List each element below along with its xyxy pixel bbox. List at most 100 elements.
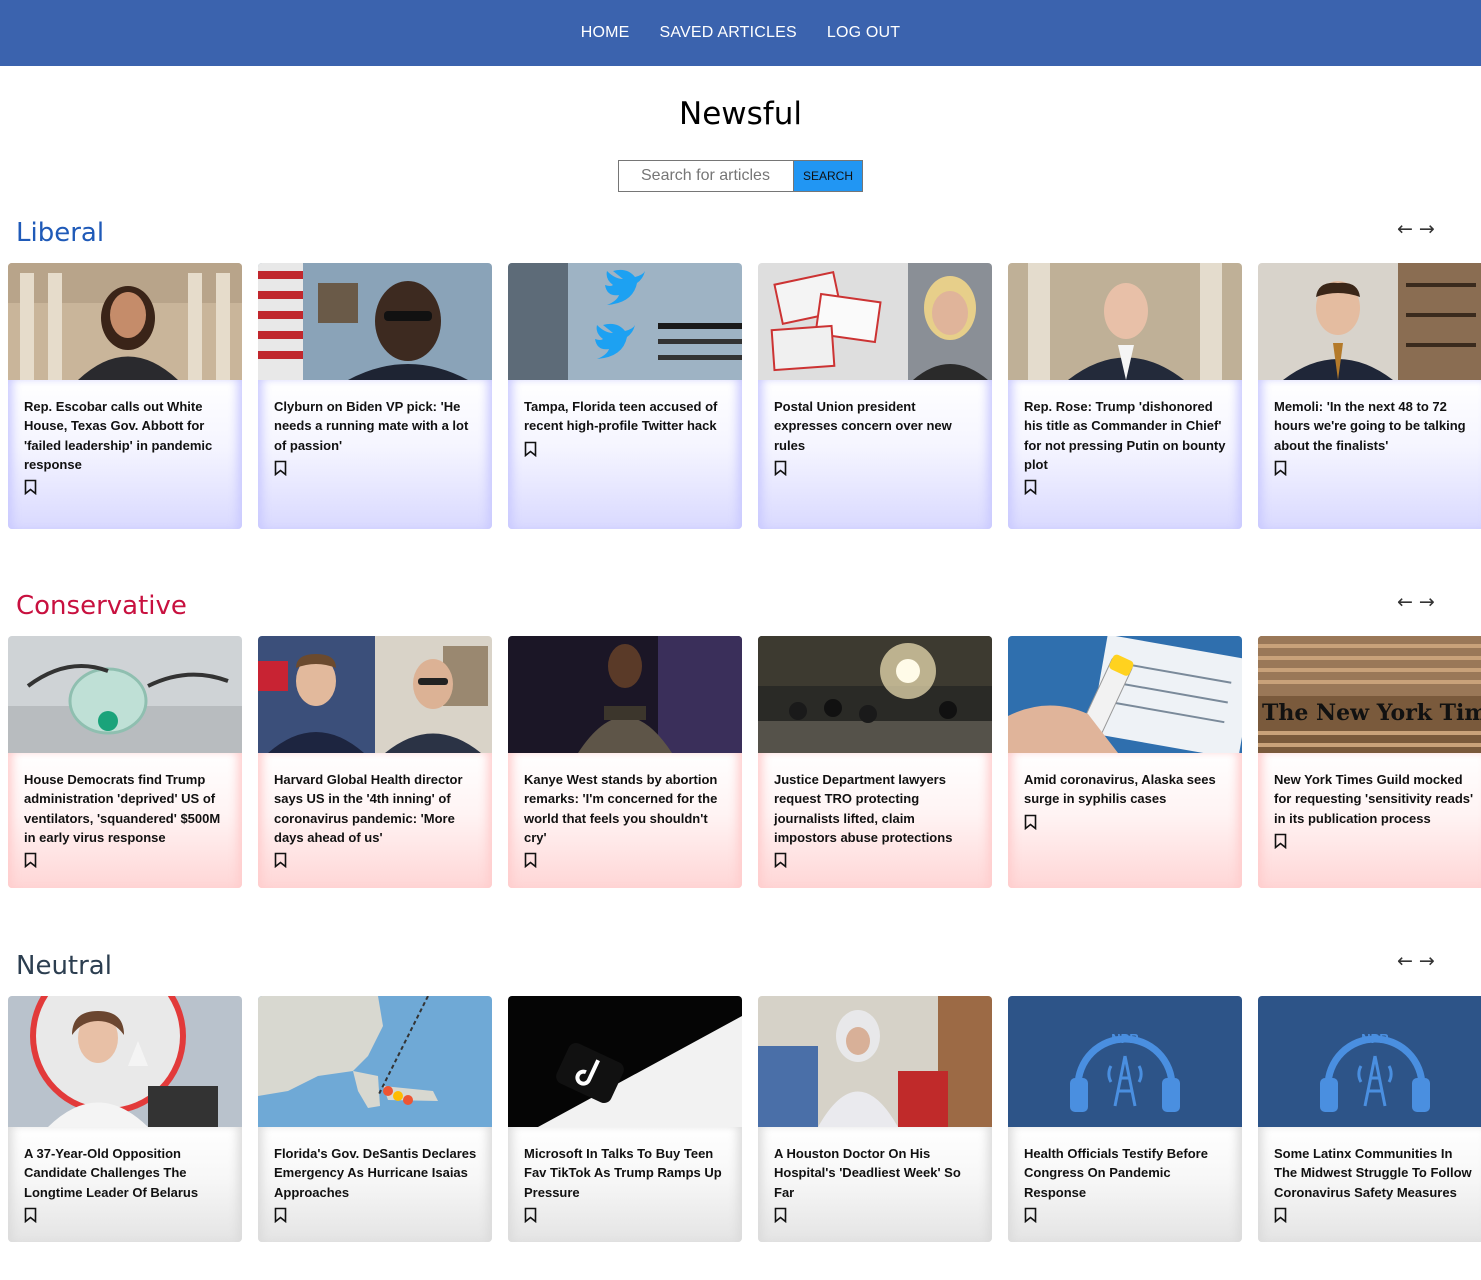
bookmark-icon[interactable] (1274, 460, 1287, 477)
bookmark-icon[interactable] (1024, 479, 1037, 496)
article-card-body: Clyburn on Biden VP pick: 'He needs a ru… (258, 380, 492, 529)
article-card[interactable]: A Houston Doctor On His Hospital's 'Dead… (758, 996, 992, 1242)
nav-logout-link[interactable]: LOG OUT (827, 24, 900, 42)
article-card-body: Kanye West stands by abortion remarks: '… (508, 753, 742, 888)
arrow-right-icon[interactable]: → (1419, 952, 1435, 971)
article-image: The New York Times (1258, 636, 1481, 753)
article-title[interactable]: Tampa, Florida teen accused of recent hi… (524, 397, 728, 436)
section-heading-conservative: Conservative (16, 591, 187, 621)
article-card[interactable]: Amid coronavirus, Alaska sees surge in s… (1008, 636, 1242, 888)
carousel-arrows-conservative: ← → (1397, 593, 1435, 612)
article-card[interactable]: Florida's Gov. DeSantis Declares Emergen… (258, 996, 492, 1242)
article-image (8, 263, 242, 380)
article-card[interactable]: House Democrats find Trump administratio… (8, 636, 242, 888)
article-card[interactable]: Justice Department lawyers request TRO p… (758, 636, 992, 888)
bookmark-icon[interactable] (1024, 1207, 1037, 1224)
arrow-left-icon[interactable]: ← (1397, 593, 1413, 612)
article-title[interactable]: New York Times Guild mocked for requesti… (1274, 770, 1478, 828)
bookmark-icon[interactable] (1024, 814, 1037, 830)
article-title[interactable]: Memoli: 'In the next 48 to 72 hours we'r… (1274, 397, 1478, 455)
article-row-conservative: House Democrats find Trump administratio… (8, 636, 1481, 888)
article-card-body: Memoli: 'In the next 48 to 72 hours we'r… (1258, 380, 1481, 529)
article-card[interactable]: A 37-Year-Old Opposition Candidate Chall… (8, 996, 242, 1242)
bookmark-icon[interactable] (524, 852, 537, 869)
bookmark-icon[interactable] (274, 1207, 287, 1224)
search-input[interactable] (618, 160, 793, 192)
carousel-arrows-neutral: ← → (1397, 952, 1435, 971)
article-title[interactable]: Microsoft In Talks To Buy Teen Fav TikTo… (524, 1144, 728, 1202)
nav-saved-articles-link[interactable]: SAVED ARTICLES (660, 24, 797, 42)
article-image (758, 636, 992, 753)
bookmark-icon[interactable] (24, 852, 37, 869)
article-image (508, 636, 742, 753)
article-row-neutral: A 37-Year-Old Opposition Candidate Chall… (8, 996, 1481, 1242)
bookmark-icon[interactable] (24, 479, 37, 496)
article-card-body: Rep. Rose: Trump 'dishonored his title a… (1008, 380, 1242, 529)
new-york-times-logo-text: The New York Times (1262, 700, 1481, 726)
arrow-left-icon[interactable]: ← (1397, 952, 1413, 971)
article-card-body: Harvard Global Health director says US i… (258, 753, 492, 888)
carousel-arrows-liberal: ← → (1397, 220, 1435, 239)
article-card[interactable]: NPR Some Latinx Communities In The Midwe… (1258, 996, 1481, 1242)
arrow-left-icon[interactable]: ← (1397, 220, 1413, 239)
article-image (1008, 263, 1242, 380)
article-image: NPR (1008, 996, 1242, 1127)
article-card[interactable]: Harvard Global Health director says US i… (258, 636, 492, 888)
article-image (258, 996, 492, 1127)
article-image: NPR (1258, 996, 1481, 1127)
article-card[interactable]: Tampa, Florida teen accused of recent hi… (508, 263, 742, 529)
article-title[interactable]: Some Latinx Communities In The Midwest S… (1274, 1144, 1478, 1202)
article-title[interactable]: Kanye West stands by abortion remarks: '… (524, 770, 728, 847)
article-title[interactable]: A Houston Doctor On His Hospital's 'Dead… (774, 1144, 978, 1202)
bookmark-icon[interactable] (524, 1207, 537, 1224)
article-card[interactable]: The New York Times New York Times Guild … (1258, 636, 1481, 888)
article-card[interactable]: Kanye West stands by abortion remarks: '… (508, 636, 742, 888)
article-title[interactable]: Rep. Rose: Trump 'dishonored his title a… (1024, 397, 1228, 474)
bookmark-icon[interactable] (774, 852, 787, 869)
bookmark-icon[interactable] (774, 1207, 787, 1224)
article-title[interactable]: Postal Union president expresses concern… (774, 397, 978, 455)
article-title[interactable]: Harvard Global Health director says US i… (274, 770, 478, 847)
article-card[interactable]: Rep. Escobar calls out White House, Texa… (8, 263, 242, 529)
article-image (1008, 636, 1242, 753)
bookmark-icon[interactable] (1274, 833, 1287, 850)
article-image (758, 263, 992, 380)
bookmark-icon[interactable] (774, 460, 787, 477)
search-bar: SEARCH (618, 160, 863, 192)
section-heading-liberal: Liberal (16, 218, 105, 248)
article-card[interactable]: Clyburn on Biden VP pick: 'He needs a ru… (258, 263, 492, 529)
article-title[interactable]: Amid coronavirus, Alaska sees surge in s… (1024, 770, 1228, 809)
bookmark-icon[interactable] (24, 1207, 37, 1224)
search-button[interactable]: SEARCH (793, 160, 863, 192)
article-title[interactable]: Florida's Gov. DeSantis Declares Emergen… (274, 1144, 478, 1202)
npr-logo-text: NPR (1361, 1031, 1389, 1046)
bookmark-icon[interactable] (274, 460, 287, 477)
bookmark-icon[interactable] (524, 441, 537, 457)
article-card[interactable]: Rep. Rose: Trump 'dishonored his title a… (1008, 263, 1242, 529)
article-card-body: Florida's Gov. DeSantis Declares Emergen… (258, 1127, 492, 1242)
article-card-body: House Democrats find Trump administratio… (8, 753, 242, 888)
bookmark-icon[interactable] (274, 852, 287, 869)
article-card-body: Postal Union president expresses concern… (758, 380, 992, 529)
article-image (258, 636, 492, 753)
article-card[interactable]: Memoli: 'In the next 48 to 72 hours we'r… (1258, 263, 1481, 529)
arrow-right-icon[interactable]: → (1419, 593, 1435, 612)
bookmark-icon[interactable] (1274, 1207, 1287, 1224)
article-title[interactable]: A 37-Year-Old Opposition Candidate Chall… (24, 1144, 228, 1202)
article-image (8, 636, 242, 753)
article-image (508, 996, 742, 1127)
article-title[interactable]: House Democrats find Trump administratio… (24, 770, 228, 847)
article-card[interactable]: Microsoft In Talks To Buy Teen Fav TikTo… (508, 996, 742, 1242)
article-card-body: Justice Department lawyers request TRO p… (758, 753, 992, 888)
article-title[interactable]: Clyburn on Biden VP pick: 'He needs a ru… (274, 397, 478, 455)
article-title[interactable]: Justice Department lawyers request TRO p… (774, 770, 978, 847)
article-title[interactable]: Health Officials Testify Before Congress… (1024, 1144, 1228, 1202)
article-image (1258, 263, 1481, 380)
article-card[interactable]: NPR Health Officials Testify Before Cong… (1008, 996, 1242, 1242)
article-card-body: Health Officials Testify Before Congress… (1008, 1127, 1242, 1242)
nav-home-link[interactable]: HOME (581, 24, 630, 42)
arrow-right-icon[interactable]: → (1419, 220, 1435, 239)
article-card[interactable]: Postal Union president expresses concern… (758, 263, 992, 529)
article-title[interactable]: Rep. Escobar calls out White House, Texa… (24, 397, 228, 474)
article-card-body: Rep. Escobar calls out White House, Texa… (8, 380, 242, 529)
